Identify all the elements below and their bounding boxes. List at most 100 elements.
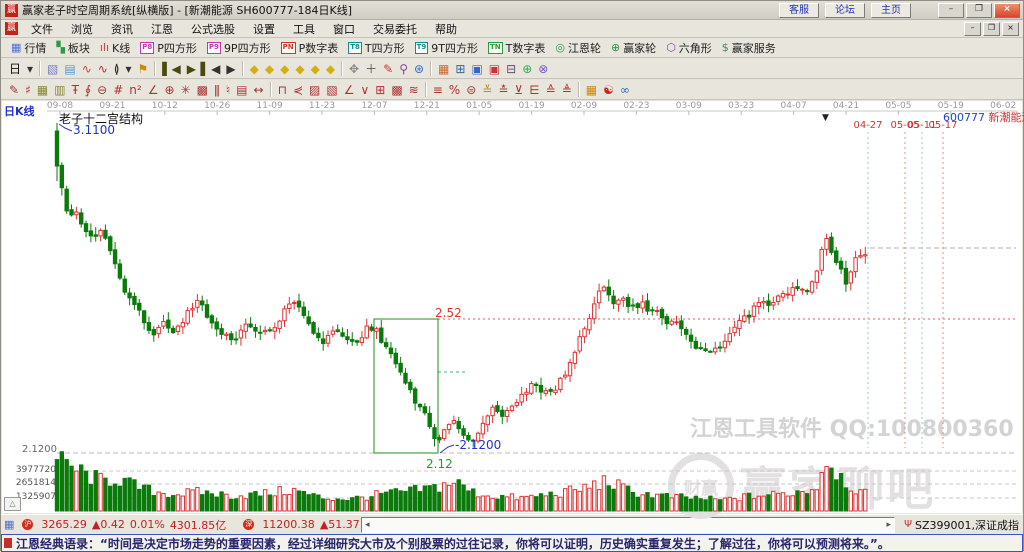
tool-icon[interactable]: ∞ bbox=[617, 83, 633, 97]
tool-icon[interactable]: ⚲ bbox=[396, 62, 411, 76]
tool-icon[interactable]: ǁ bbox=[211, 83, 223, 97]
tool-icon[interactable]: ∨ bbox=[357, 83, 372, 97]
tool-icon[interactable]: ⊞ bbox=[452, 62, 468, 76]
tool-icon[interactable]: ▣ bbox=[468, 62, 485, 76]
tool-icon[interactable]: ♯ bbox=[22, 83, 34, 97]
tool-icon[interactable]: ⊛ bbox=[411, 62, 427, 76]
tool-icon[interactable]: # bbox=[110, 83, 126, 97]
menu-item[interactable]: 帮助 bbox=[426, 21, 466, 37]
tool-icon[interactable]: ⊓ bbox=[275, 83, 290, 97]
tool-icon[interactable]: ▦ bbox=[583, 83, 600, 97]
tool-icon[interactable]: ⊻ bbox=[511, 83, 526, 97]
menu-item[interactable]: 资讯 bbox=[102, 21, 142, 37]
tool-icon[interactable]: ✎ bbox=[6, 83, 22, 97]
quote-grid-icon[interactable]: ▦ bbox=[4, 518, 14, 532]
menu-item[interactable]: 设置 bbox=[244, 21, 284, 37]
tool-icon[interactable]: ✎ bbox=[380, 62, 396, 76]
tool-icon[interactable]: % bbox=[446, 83, 463, 97]
tool-icon[interactable]: ▩ bbox=[388, 83, 405, 97]
menu-item[interactable]: 江恩 bbox=[142, 21, 182, 37]
toolbar-button-赢家服务[interactable]: $赢家服务 bbox=[717, 40, 781, 56]
toolbar-button-9P四方形[interactable]: P99P四方形 bbox=[202, 40, 276, 56]
tool-icon[interactable]: ⚑ bbox=[134, 62, 151, 76]
tool-icon[interactable]: ▾ bbox=[122, 62, 134, 76]
tool-icon[interactable]: ⊖ bbox=[94, 83, 110, 97]
toolbar-button-K线[interactable]: ılıK线 bbox=[95, 40, 135, 56]
tool-icon[interactable]: ⊟ bbox=[503, 62, 519, 76]
chart-canvas[interactable] bbox=[2, 101, 1022, 513]
tool-icon[interactable]: ▶ bbox=[223, 62, 238, 76]
tool-icon[interactable]: ∠ bbox=[145, 83, 162, 97]
scroll-left-icon[interactable]: ◂ bbox=[362, 520, 373, 530]
menu-item[interactable]: 浏览 bbox=[62, 21, 102, 37]
tool-icon[interactable]: ≬ bbox=[111, 62, 123, 76]
tool-icon[interactable]: ▦ bbox=[34, 83, 51, 97]
tool-icon[interactable]: ✳ bbox=[178, 83, 194, 97]
toolbar-button-板块[interactable]: ▚板块 bbox=[51, 40, 94, 56]
toolbar-button-P数字表[interactable]: PNP数字表 bbox=[276, 40, 344, 56]
tool-icon[interactable]: ◆ bbox=[262, 62, 277, 76]
toolbar-button-赢家轮[interactable]: ⊕赢家轮 bbox=[606, 40, 661, 56]
tool-icon[interactable]: ☯ bbox=[600, 83, 617, 97]
toolbar-button-六角形[interactable]: ⬡六角形 bbox=[661, 40, 717, 56]
tool-icon[interactable]: ◆ bbox=[247, 62, 262, 76]
tool-icon[interactable]: Ŧ bbox=[69, 83, 82, 97]
tool-icon[interactable]: ∮ bbox=[82, 83, 94, 97]
tool-icon[interactable]: ◆ bbox=[308, 62, 323, 76]
tool-icon[interactable]: ▣ bbox=[486, 62, 503, 76]
tool-icon[interactable]: ⊜ bbox=[463, 83, 479, 97]
toolbar-button-行情[interactable]: ▦行情 bbox=[6, 40, 51, 56]
titlebar-link-主页[interactable]: 主页 bbox=[871, 3, 911, 18]
menu-item[interactable]: 文件 bbox=[22, 21, 62, 37]
mdi-minimize-button[interactable]: – bbox=[964, 22, 981, 36]
tool-icon[interactable]: 日 bbox=[6, 60, 24, 77]
tool-icon[interactable]: ⊗ bbox=[535, 62, 551, 76]
tool-icon[interactable]: ▨ bbox=[306, 83, 323, 97]
toolbar-button-9T四方形[interactable]: T99T四方形 bbox=[410, 40, 483, 56]
pane-expand-button[interactable]: △ bbox=[4, 497, 21, 511]
toolbar-button-T四方形[interactable]: T8T四方形 bbox=[343, 40, 409, 56]
tool-icon[interactable]: ≛ bbox=[495, 83, 511, 97]
tool-icon[interactable]: ▤ bbox=[233, 83, 250, 97]
menu-item[interactable]: 公式选股 bbox=[182, 21, 244, 37]
tool-icon[interactable]: ▧ bbox=[44, 62, 61, 76]
tool-icon[interactable]: ≚ bbox=[479, 83, 495, 97]
tool-icon[interactable]: ♮ bbox=[223, 83, 233, 97]
tool-icon[interactable]: ∠ bbox=[341, 83, 358, 97]
tool-icon[interactable]: ∿ bbox=[95, 62, 111, 76]
menu-item[interactable]: 交易委托 bbox=[364, 21, 426, 37]
close-button[interactable]: × bbox=[994, 3, 1020, 18]
horizontal-scrollbar[interactable]: ◂ ▸ bbox=[361, 517, 895, 533]
tool-icon[interactable]: ▦ bbox=[435, 62, 452, 76]
toolbar-button-江恩轮[interactable]: ◎江恩轮 bbox=[550, 40, 606, 56]
tool-icon[interactable]: ↔ bbox=[251, 83, 267, 97]
tool-icon[interactable]: ∿ bbox=[79, 62, 95, 76]
scroll-right-icon[interactable]: ▸ bbox=[883, 520, 894, 530]
tool-icon[interactable]: ◀ bbox=[208, 62, 223, 76]
restore-button[interactable]: ❐ bbox=[966, 3, 992, 18]
tool-icon[interactable]: ▤ bbox=[61, 62, 78, 76]
titlebar-link-论坛[interactable]: 论坛 bbox=[825, 3, 865, 18]
tool-icon[interactable]: ≡ bbox=[430, 83, 446, 97]
toolbar-button-T数字表[interactable]: TNT数字表 bbox=[483, 40, 550, 56]
tool-icon[interactable]: ≙ bbox=[543, 83, 559, 97]
tool-icon[interactable]: ◆ bbox=[277, 62, 292, 76]
menu-item[interactable]: 工具 bbox=[284, 21, 324, 37]
mdi-restore-button[interactable]: ❐ bbox=[983, 22, 1000, 36]
tool-icon[interactable]: ◆ bbox=[292, 62, 307, 76]
minimize-button[interactable]: – bbox=[938, 3, 964, 18]
tool-icon[interactable]: n² bbox=[126, 83, 144, 97]
tool-icon[interactable]: ▌◀ bbox=[159, 62, 183, 76]
tool-icon[interactable]: ⋞ bbox=[290, 83, 306, 97]
tool-icon[interactable]: ✥ bbox=[346, 62, 362, 76]
tool-icon[interactable]: ＋ bbox=[362, 60, 380, 77]
tool-icon[interactable]: ⊕ bbox=[519, 62, 535, 76]
tool-icon[interactable]: ▾ bbox=[24, 62, 36, 76]
tool-icon[interactable]: ⋿ bbox=[526, 83, 542, 97]
titlebar-link-客服[interactable]: 客服 bbox=[779, 3, 819, 18]
tool-icon[interactable]: ▥ bbox=[51, 83, 68, 97]
tool-icon[interactable]: ≋ bbox=[406, 83, 422, 97]
tool-icon[interactable]: ⊞ bbox=[372, 83, 388, 97]
toolbar-button-P四方形[interactable]: P8P四方形 bbox=[135, 40, 202, 56]
tool-icon[interactable]: ▩ bbox=[194, 83, 211, 97]
